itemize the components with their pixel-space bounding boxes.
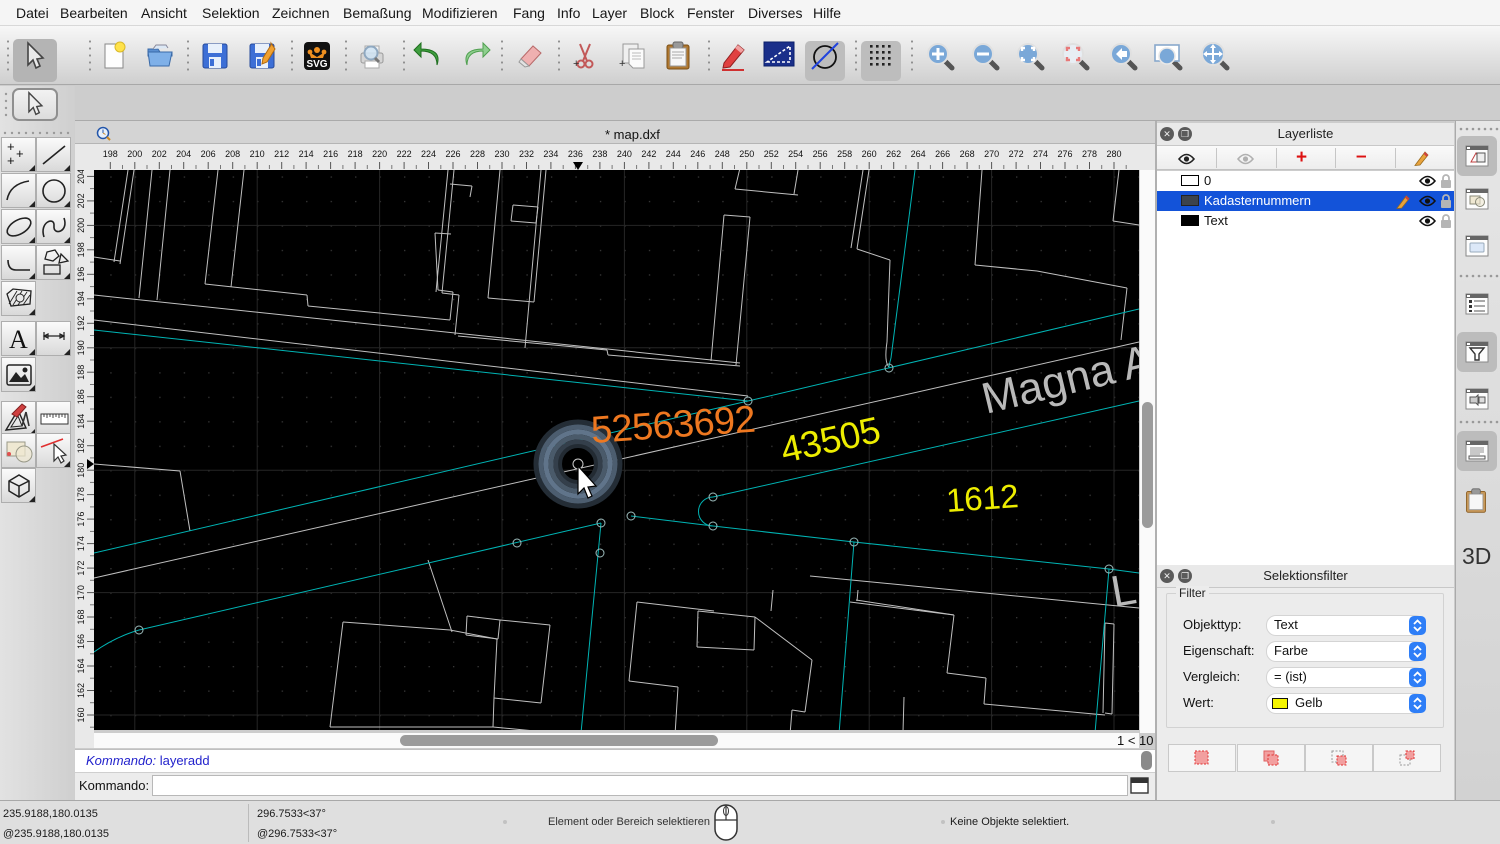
svg-text:204: 204 [176,149,191,159]
svg-text:270: 270 [984,149,999,159]
svg-text:166: 166 [76,634,86,649]
svg-text:200: 200 [127,149,142,159]
svg-text:202: 202 [76,193,86,208]
svg-text:200: 200 [76,218,86,233]
svg-text:196: 196 [76,267,86,282]
svg-text:256: 256 [813,149,828,159]
svg-text:252: 252 [764,149,779,159]
svg-text:228: 228 [470,149,485,159]
svg-text:190: 190 [76,340,86,355]
svg-text:224: 224 [421,149,436,159]
svg-text:278: 278 [1082,149,1097,159]
svg-text:230: 230 [494,149,509,159]
svg-text:240: 240 [617,149,632,159]
svg-text:180: 180 [76,463,86,478]
svg-text:246: 246 [690,149,705,159]
svg-text:262: 262 [886,149,901,159]
svg-text:+: + [573,58,579,70]
svg-text:266: 266 [935,149,950,159]
svg-text:204: 204 [76,170,86,184]
svg-text:168: 168 [76,609,86,624]
svg-text:206: 206 [201,149,216,159]
svg-text:276: 276 [1057,149,1072,159]
svg-text:210: 210 [250,149,265,159]
svg-text:242: 242 [641,149,656,159]
svg-text:182: 182 [76,438,86,453]
svg-text:SVG: SVG [306,59,327,70]
svg-text:280: 280 [1106,149,1121,159]
svg-text:218: 218 [348,149,363,159]
svg-text:236: 236 [568,149,583,159]
svg-text:216: 216 [323,149,338,159]
svg-text:234: 234 [543,149,558,159]
svg-text:274: 274 [1033,149,1048,159]
svg-text:+: + [7,139,15,154]
svg-text:232: 232 [519,149,534,159]
svg-text:260: 260 [862,149,877,159]
svg-text:162: 162 [76,683,86,698]
svg-text:174: 174 [76,536,86,551]
svg-text:250: 250 [739,149,754,159]
svg-text:226: 226 [445,149,460,159]
svg-text:186: 186 [76,389,86,404]
svg-text:202: 202 [152,149,167,159]
svg-text:+: + [16,146,24,161]
svg-text:+: + [619,58,625,70]
svg-text:254: 254 [788,149,803,159]
svg-text:238: 238 [592,149,607,159]
svg-text:178: 178 [76,487,86,502]
svg-text:208: 208 [225,149,240,159]
svg-text:176: 176 [76,512,86,527]
svg-text:+: + [7,153,15,168]
svg-text:192: 192 [76,316,86,331]
svg-text:A: A [9,325,28,354]
svg-text:214: 214 [299,149,314,159]
svg-text:258: 258 [837,149,852,159]
svg-text:198: 198 [103,149,118,159]
svg-text:188: 188 [76,365,86,380]
svg-text:198: 198 [76,242,86,257]
svg-text:268: 268 [960,149,975,159]
svg-text:164: 164 [76,658,86,673]
svg-text:172: 172 [76,561,86,576]
svg-text:170: 170 [76,585,86,600]
svg-text:184: 184 [76,414,86,429]
svg-text:248: 248 [715,149,730,159]
svg-text:1612: 1612 [945,477,1020,519]
svg-text:272: 272 [1009,149,1024,159]
svg-text:222: 222 [397,149,412,159]
svg-text:194: 194 [76,291,86,306]
svg-text:212: 212 [274,149,289,159]
svg-text:220: 220 [372,149,387,159]
svg-text:160: 160 [76,707,86,722]
svg-text:264: 264 [911,149,926,159]
svg-text:244: 244 [666,149,681,159]
